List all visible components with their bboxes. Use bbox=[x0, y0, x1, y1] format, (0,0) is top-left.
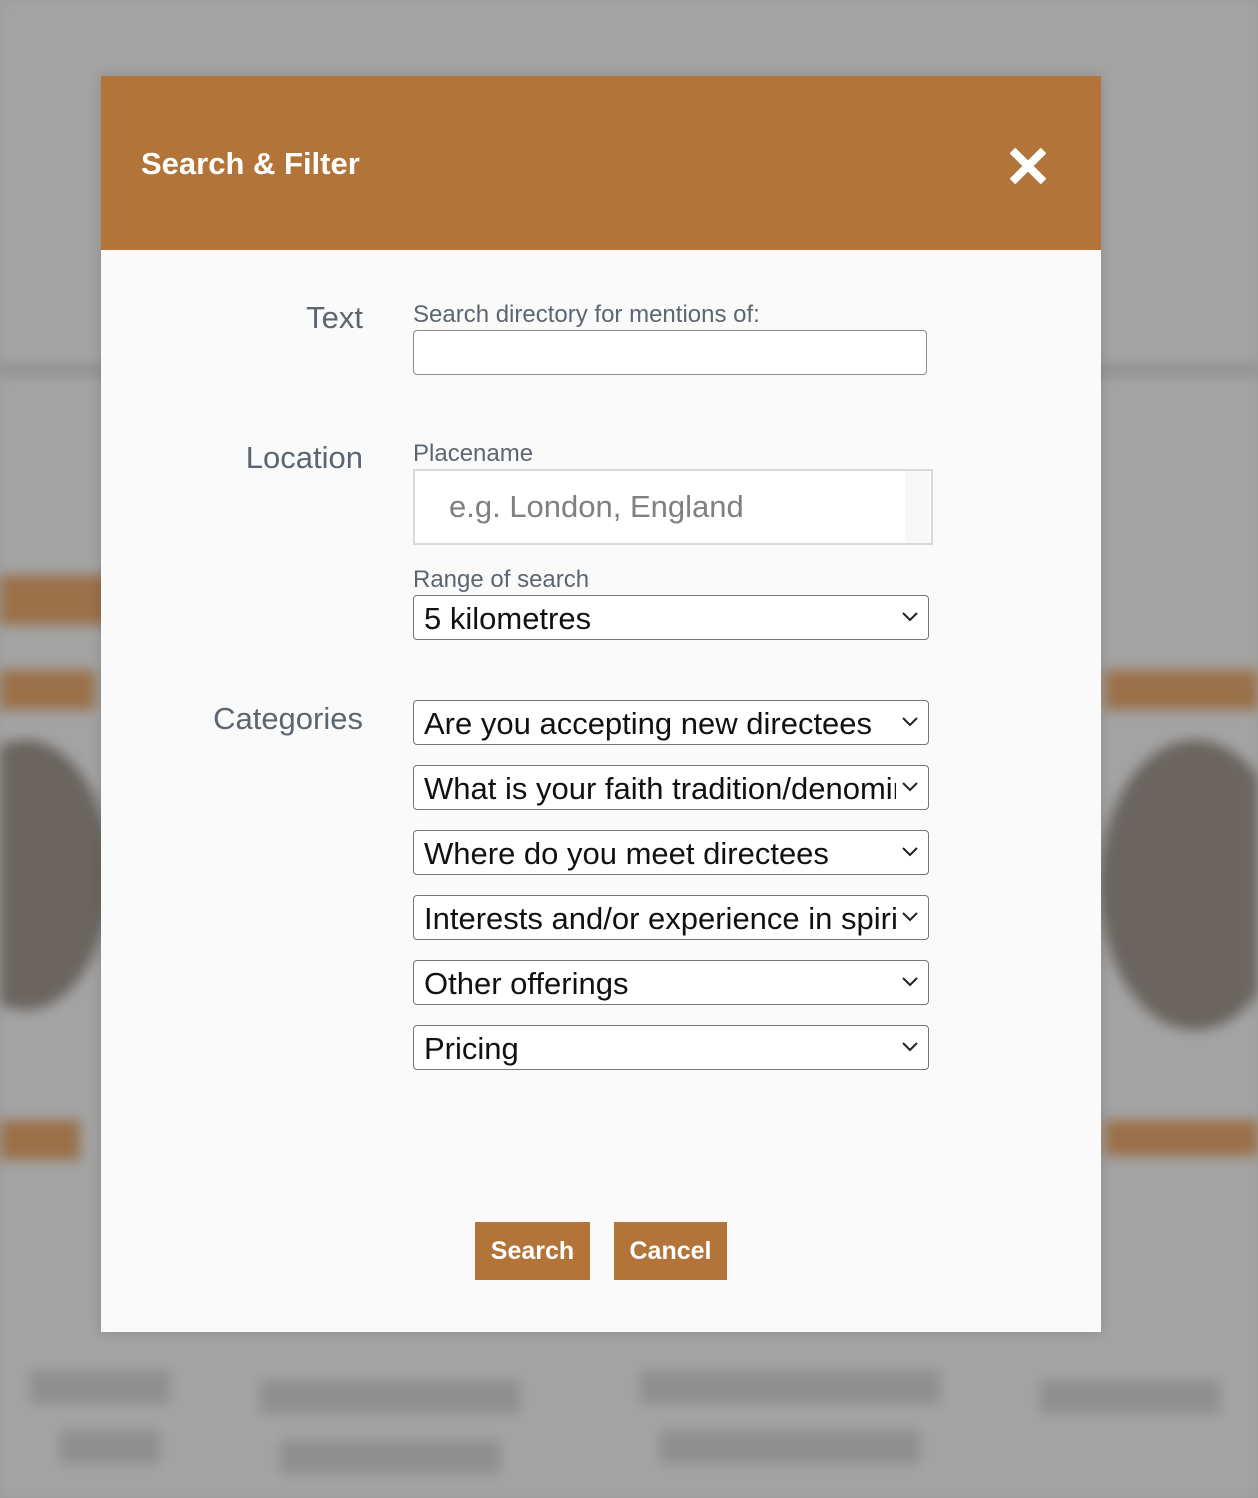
categories-section-label: Categories bbox=[213, 701, 363, 736]
range-select-value: 5 kilometres bbox=[424, 601, 592, 636]
category-select-value: What is your faith tradition/denominatio… bbox=[424, 771, 896, 806]
category-select-pricing[interactable]: Pricing bbox=[413, 1025, 929, 1070]
chevron-down-icon bbox=[902, 1042, 918, 1052]
background-text bbox=[640, 1370, 940, 1404]
background-text bbox=[280, 1440, 500, 1474]
background-text bbox=[660, 1430, 920, 1464]
category-select-value: Are you accepting new directees bbox=[424, 706, 873, 741]
chevron-down-icon bbox=[902, 847, 918, 857]
modal-title: Search & Filter bbox=[141, 146, 360, 181]
location-section-label: Location bbox=[245, 440, 363, 475]
modal-header: Search & Filter bbox=[101, 76, 1101, 250]
chevron-down-icon bbox=[902, 912, 918, 922]
cancel-button[interactable]: Cancel bbox=[614, 1222, 727, 1280]
category-select-value: Pricing bbox=[424, 1031, 519, 1066]
text-section-label: Text bbox=[306, 300, 363, 335]
category-select-meeting-place[interactable]: Where do you meet directees bbox=[413, 830, 929, 875]
background-text bbox=[30, 1370, 170, 1404]
chevron-down-icon bbox=[902, 612, 918, 622]
background-button bbox=[1105, 1120, 1258, 1156]
category-select-value: Other offerings bbox=[424, 966, 629, 1001]
category-select-value: Interests and/or experience in spiritual… bbox=[424, 901, 896, 936]
placename-input[interactable] bbox=[413, 469, 933, 545]
search-button[interactable]: Search bbox=[475, 1222, 590, 1280]
chevron-down-icon bbox=[902, 717, 918, 727]
category-select-interests[interactable]: Interests and/or experience in spiritual… bbox=[413, 895, 929, 940]
category-select-value: Where do you meet directees bbox=[424, 836, 829, 871]
placename-label: Placename bbox=[413, 440, 534, 467]
chevron-down-icon bbox=[902, 782, 918, 792]
close-icon[interactable] bbox=[1003, 142, 1053, 192]
background-button bbox=[0, 1120, 80, 1160]
search-filter-modal: Search & Filter Text Search directory fo… bbox=[101, 76, 1101, 1332]
search-text-label: Search directory for mentions of: bbox=[413, 301, 760, 328]
background-photo bbox=[0, 740, 110, 1010]
search-text-input[interactable] bbox=[413, 330, 927, 375]
background-photo bbox=[1100, 740, 1258, 1030]
placename-scrollbar bbox=[905, 471, 929, 543]
range-label: Range of search bbox=[413, 566, 590, 593]
background-text bbox=[60, 1430, 160, 1464]
range-select[interactable]: 5 kilometres bbox=[413, 595, 929, 640]
background-badge bbox=[1105, 670, 1258, 710]
background-text bbox=[260, 1380, 520, 1414]
category-select-faith-tradition[interactable]: What is your faith tradition/denominatio… bbox=[413, 765, 929, 810]
category-select-other-offerings[interactable]: Other offerings bbox=[413, 960, 929, 1005]
category-select-accepting[interactable]: Are you accepting new directees bbox=[413, 700, 929, 745]
chevron-down-icon bbox=[902, 977, 918, 987]
background-text bbox=[1040, 1380, 1220, 1414]
background-banner bbox=[0, 575, 110, 625]
background-badge bbox=[0, 670, 95, 710]
